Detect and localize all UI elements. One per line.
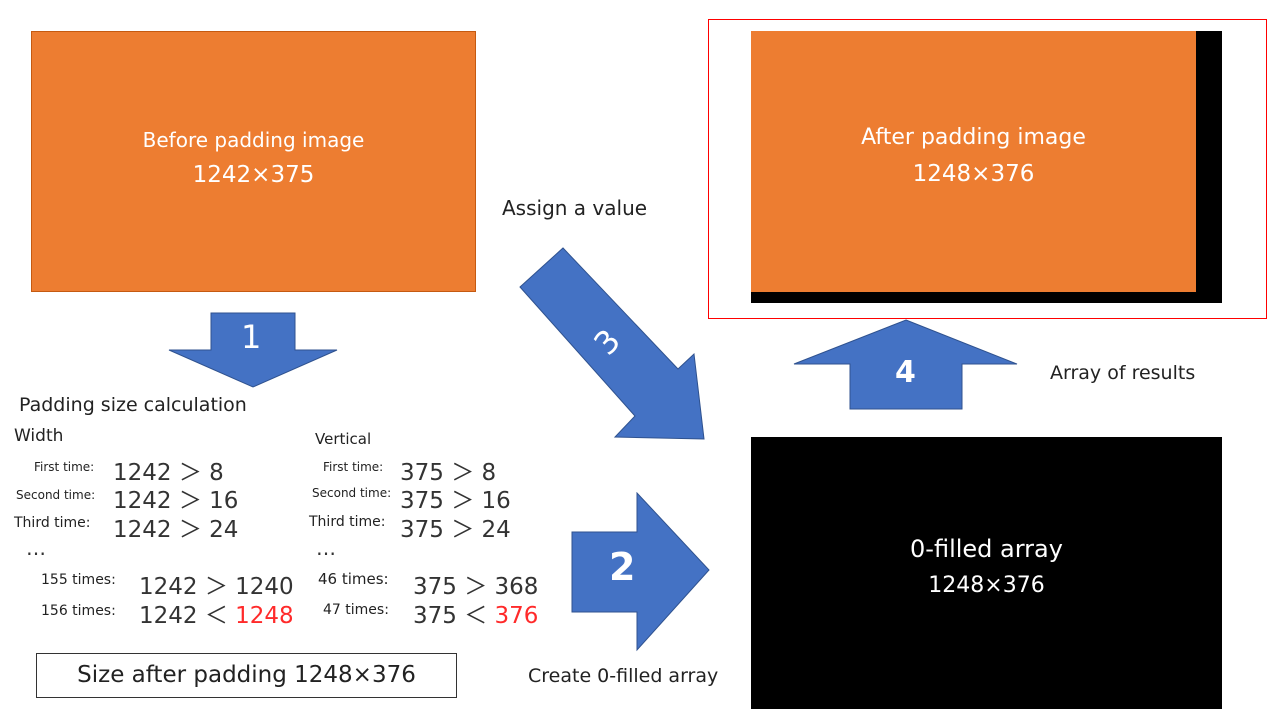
step-2-number: 2	[609, 545, 636, 589]
before-padding-title: Before padding image	[142, 128, 365, 152]
vertical-ellipsis: …	[316, 536, 336, 560]
vertical-row-3-expr: 375 ＞ 24	[400, 517, 511, 543]
zero-filled-title: 0-filled array	[910, 535, 1063, 563]
assign-value-label: Assign a value	[502, 196, 648, 220]
step-1-down-arrow: 1	[168, 312, 338, 388]
vertical-row-5-expr-text: 375 ＜	[413, 603, 495, 629]
vertical-row-5-label: 47 times:	[323, 602, 389, 618]
width-row-5-label: 156 times:	[41, 603, 116, 619]
vertical-row-5-expr: 375 ＜ 376	[413, 596, 538, 630]
width-heading: Width	[14, 426, 64, 446]
width-row-3-expr: 1242 ＞ 24	[113, 517, 239, 543]
step-3-diagonal-arrow: 3	[515, 245, 715, 445]
width-row-1-label: First time:	[34, 460, 95, 474]
create-zero-array-label: Create 0-filled array	[528, 665, 719, 687]
vertical-row-3-label: Third time:	[309, 514, 386, 530]
before-padding-box: Before padding image 1242×375	[31, 31, 476, 292]
after-padding-title: After padding image	[861, 125, 1086, 150]
before-padding-size: 1242×375	[192, 162, 315, 188]
width-row-2-label: Second time:	[16, 488, 96, 502]
step-2-right-arrow: 2	[571, 492, 711, 652]
padding-calc-heading: Padding size calculation	[19, 394, 247, 416]
vertical-row-2-label: Second time:	[312, 486, 392, 500]
step-4-up-arrow: 4	[793, 319, 1019, 411]
array-of-results-label: Array of results	[1050, 362, 1196, 384]
after-padding-size: 1248×376	[912, 161, 1035, 187]
zero-filled-array-box: 0-filled array 1248×376	[751, 437, 1222, 709]
after-padding-box: After padding image 1248×376	[751, 31, 1196, 292]
width-row-5-expr-text: 1242 ＜	[139, 603, 236, 629]
width-row-5-expr: 1242 ＜ 1248	[139, 596, 294, 630]
width-row-3-label: Third time:	[14, 515, 91, 531]
size-after-padding-box: Size after padding 1248×376	[36, 653, 457, 698]
vertical-heading: Vertical	[315, 430, 372, 448]
vertical-row-1-label: First time:	[323, 460, 384, 474]
step-4-number: 4	[895, 355, 916, 390]
size-after-padding-text: Size after padding 1248×376	[77, 662, 416, 688]
vertical-row-4-label: 46 times:	[318, 570, 389, 588]
width-row-5-highlight: 1248	[235, 603, 294, 629]
width-row-4-label: 155 times:	[41, 572, 116, 588]
zero-filled-size: 1248×376	[928, 573, 1045, 598]
step-1-number: 1	[241, 318, 262, 356]
vertical-row-5-highlight: 376	[494, 603, 539, 629]
width-ellipsis: …	[26, 536, 46, 560]
